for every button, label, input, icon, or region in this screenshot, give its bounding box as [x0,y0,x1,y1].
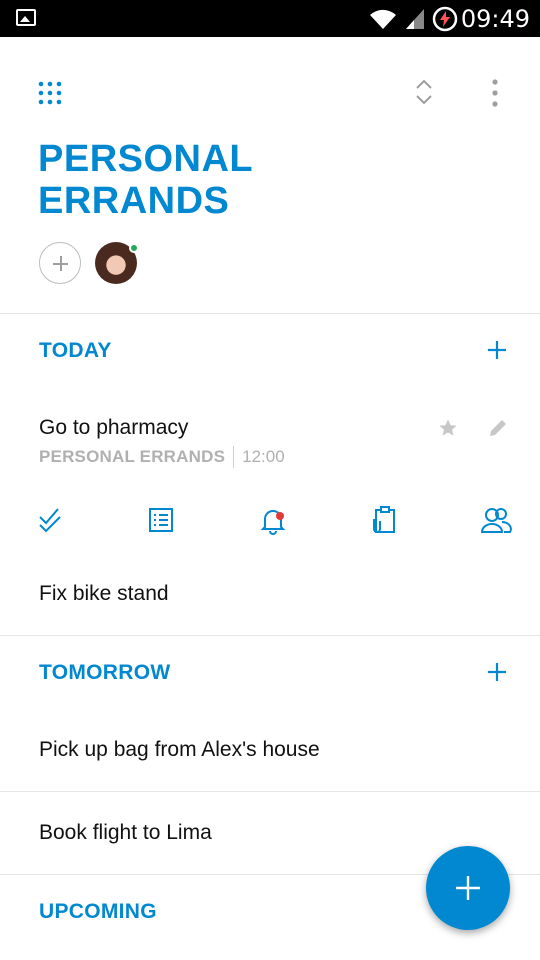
add-task-today-icon[interactable] [486,339,508,361]
signal-icon [406,9,424,29]
battery-charging-icon [432,6,458,32]
attachment-clipboard-icon[interactable] [370,505,398,535]
gallery-notification-icon [16,9,36,26]
more-vertical-icon[interactable] [485,79,505,107]
check-icon[interactable] [38,505,66,535]
list-title: PERSONAL ERRANDS [38,138,253,222]
avatar[interactable] [95,242,139,284]
edit-pencil-icon[interactable] [487,417,509,439]
section-header-tomorrow: TOMORROW [39,661,171,684]
task-meta: PERSONAL ERRANDS 12:00 [39,446,285,468]
sort-icon[interactable] [414,77,434,107]
task-title[interactable]: Go to pharmacy [39,416,188,440]
meta-separator [233,446,235,468]
status-bar: 09:49 [0,0,540,37]
task-title[interactable]: Fix bike stand [39,582,169,606]
section-header-today: TODAY [39,339,112,362]
reminder-bell-icon[interactable] [259,505,287,535]
section-header-upcoming: UPCOMING [39,900,157,923]
divider [0,791,540,792]
add-task-tomorrow-icon[interactable] [486,661,508,683]
wifi-icon [370,9,396,29]
plus-icon [456,876,480,900]
task-time: 12:00 [242,447,285,466]
status-icons [368,6,458,32]
divider [0,313,540,314]
add-member-button[interactable] [39,242,81,284]
list-members [39,242,139,284]
task-title[interactable]: Book flight to Lima [39,821,212,845]
share-people-icon[interactable] [480,505,512,535]
task-title[interactable]: Pick up bag from Alex's house [39,738,320,762]
add-task-fab[interactable] [426,846,510,930]
checklist-icon[interactable] [147,505,175,535]
online-indicator [129,243,139,253]
apps-grid-icon[interactable] [38,81,62,105]
star-icon[interactable] [438,418,458,438]
task-actions [0,505,540,545]
top-bar [0,37,540,147]
divider [0,635,540,636]
task-list-name: PERSONAL ERRANDS [39,447,226,466]
status-time: 09:49 [460,5,530,33]
